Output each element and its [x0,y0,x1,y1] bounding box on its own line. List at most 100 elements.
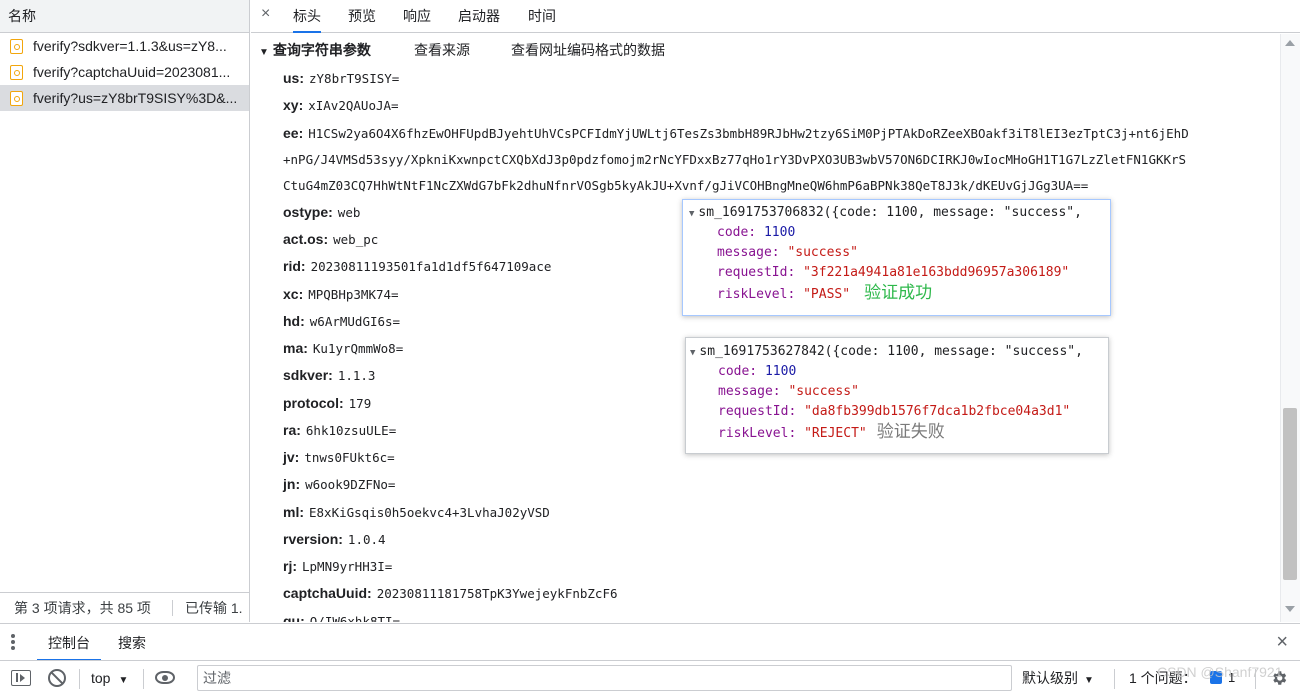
scroll-down-arrow-icon[interactable] [1285,606,1295,612]
param-row: captchaUuid: 20230811181758TpK3YwejeykFnb… [283,582,618,604]
tab-timing[interactable]: 时间 [528,0,556,33]
param-value: w6ook9DZFNo= [305,477,396,492]
watermark-text: CSDN @Shanf7921 [1157,664,1283,680]
param-row: gu: Q/IW6xhk8TI= [283,610,400,622]
toolbar-divider [1114,669,1115,689]
log-level-selector[interactable]: 默认级别 ▼ [1022,661,1094,695]
param-value: 6hk10zsuULE= [305,423,397,438]
request-item-label: fverify?us=zY8brT9SISY%3D&... [33,90,238,106]
param-row: ee: H1CSw2ya6O4X6fhzEwOHFUpdBJyehtUhVCsPC… [283,122,1189,144]
close-icon[interactable]: × [261,5,270,23]
file-icon [10,91,23,106]
view-url-encoded-button[interactable]: 查看网址编码格式的数据 [511,39,665,61]
popup-field-requestid: requestId: "da8fb399db1576f7dca1b2fbce04… [718,404,1071,419]
popup-head: ▼ sm_1691753627842({code: 1100, message: … [690,344,1083,359]
scroll-up-arrow-icon[interactable] [1285,40,1295,46]
headers-detail-panel: ▼ 查询字符串参数 查看来源 查看网址编码格式的数据 us: zY8brT9SISY… [251,34,1280,622]
param-value: web [337,205,361,220]
param-value: Ku1yrQmmWo8= [312,341,404,356]
annotation-pass: 验证成功 [864,283,933,302]
annotation-reject: 验证失败 [876,422,945,441]
param-row: us: zY8brT9SISY= [283,67,399,89]
popup-field-code: code: 1100 [717,225,796,240]
param-row: sdkver: 1.1.3 [283,364,375,386]
file-icon [10,65,23,80]
status-divider [172,600,173,616]
param-key: captchaUuid: [283,585,372,601]
toolbar-divider [79,669,80,689]
param-key: ee: [283,125,304,141]
param-value-continuation: CtuG4mZ03CQ7HhWtNtF1NcZXWdG7bFk2dhuNfnrV… [283,178,1089,193]
param-value: 1.0.4 [347,532,386,547]
param-value: H1CSw2ya6O4X6fhzEwOHFUpdBJyehtUhVCsPCFId… [308,126,1189,141]
request-item[interactable]: fverify?sdkver=1.1.3&us=zY8... [0,33,249,59]
request-list-header[interactable]: 名称 [0,0,249,33]
tab-response[interactable]: 响应 [403,0,431,33]
param-row: xc: MPQBHp3MK74= [283,283,399,305]
response-popup-pass: ▼ sm_1691753706832({code: 1100, message: … [682,199,1111,316]
console-toolbar: top▼ 默认级别▼ 1 个问题： 1 [0,660,1300,695]
param-value-continuation: +nPG/J4VMSd53syy/XpkniKxwnpctCXQbXdJ3p0p… [283,152,1187,167]
expand-triangle-icon: ▼ [689,209,695,219]
file-icon [10,39,23,54]
sidebar-toggle-icon[interactable] [11,670,31,686]
scrollbar-thumb[interactable] [1283,408,1297,580]
query-params-section-header[interactable]: ▼ 查询字符串参数 [259,39,371,61]
param-value: xIAv2QAUoJA= [308,98,399,113]
popup-head: ▼ sm_1691753706832({code: 1100, message: … [689,205,1082,220]
tab-search[interactable]: 搜索 [118,624,146,661]
transfer-size-text: 已传输 1. [185,600,243,616]
param-row: rj: LpMN9yrHH3I= [283,555,392,577]
tab-preview[interactable]: 预览 [348,0,376,33]
param-value: 179 [348,396,372,411]
param-value: 1.1.3 [337,368,376,383]
view-source-button[interactable]: 查看来源 [414,39,470,61]
console-filter-input[interactable] [197,665,1012,691]
param-key: rversion: [283,531,343,547]
clear-console-icon[interactable] [48,669,66,687]
param-row: ostype: web [283,201,360,223]
popup-field-code: code: 1100 [718,364,797,379]
request-list-panel: 名称 fverify?sdkver=1.1.3&us=zY8... fverif… [0,0,250,622]
param-key: gu: [283,613,305,622]
param-row: rversion: 1.0.4 [283,528,386,550]
param-key: act.os: [283,231,329,247]
tab-initiator[interactable]: 启动器 [458,0,500,33]
section-title: 查询字符串参数 [272,42,371,58]
more-options-icon[interactable] [10,633,16,651]
param-key: ra: [283,422,301,438]
popup-field-risklevel: riskLevel: "PASS" 验证成功 [717,283,933,302]
param-key: xc: [283,286,304,302]
param-row: rid: 20230811193501fa1d1df5f647109ace [283,255,551,277]
param-row: protocol: 179 [283,392,371,414]
popup-field-risklevel: riskLevel: "REJECT" 验证失败 [718,422,945,441]
param-row: ra: 6hk10zsuULE= [283,419,396,441]
param-row: act.os: web_pc [283,228,378,250]
param-row: jv: tnws0FUkt6c= [283,446,395,468]
request-status-bar: 第 3 项请求，共 85 项 已传输 1. [0,592,249,622]
popup-field-message: message: "success" [717,245,858,260]
popup-field-requestid: requestId: "3f221a4941a81e163bdd96957a30… [717,265,1070,280]
tab-headers[interactable]: 标头 [293,0,321,33]
param-key: protocol: [283,395,344,411]
param-key: ml: [283,504,304,520]
param-value: w6ArMUdGI6s= [309,314,401,329]
param-value: tnws0FUkt6c= [304,450,395,465]
request-item-selected[interactable]: fverify?us=zY8brT9SISY%3D&... [0,85,249,111]
param-key: ostype: [283,204,333,220]
param-key: hd: [283,313,305,329]
request-item[interactable]: fverify?captchaUuid=2023081... [0,59,249,85]
param-value: LpMN9yrHH3I= [302,559,393,574]
context-selector[interactable]: top ▼ [91,661,128,695]
live-expression-eye-icon[interactable] [155,671,175,684]
request-item-label: fverify?captchaUuid=2023081... [33,64,231,80]
param-row: ml: E8xKiGsqis0h5oekvc4+3LvhaJ02yVSD [283,501,550,523]
tab-console[interactable]: 控制台 [37,624,101,661]
param-value: E8xKiGsqis0h5oekvc4+3LvhaJ02yVSD [309,505,550,520]
close-drawer-icon[interactable]: × [1276,631,1288,654]
response-popup-reject: ▼ sm_1691753627842({code: 1100, message: … [685,337,1109,454]
drawer-tab-bar: 控制台 搜索 × [0,623,1300,661]
param-key: rid: [283,258,306,274]
param-value: Q/IW6xhk8TI= [309,614,401,622]
expand-triangle-icon: ▼ [259,47,269,58]
